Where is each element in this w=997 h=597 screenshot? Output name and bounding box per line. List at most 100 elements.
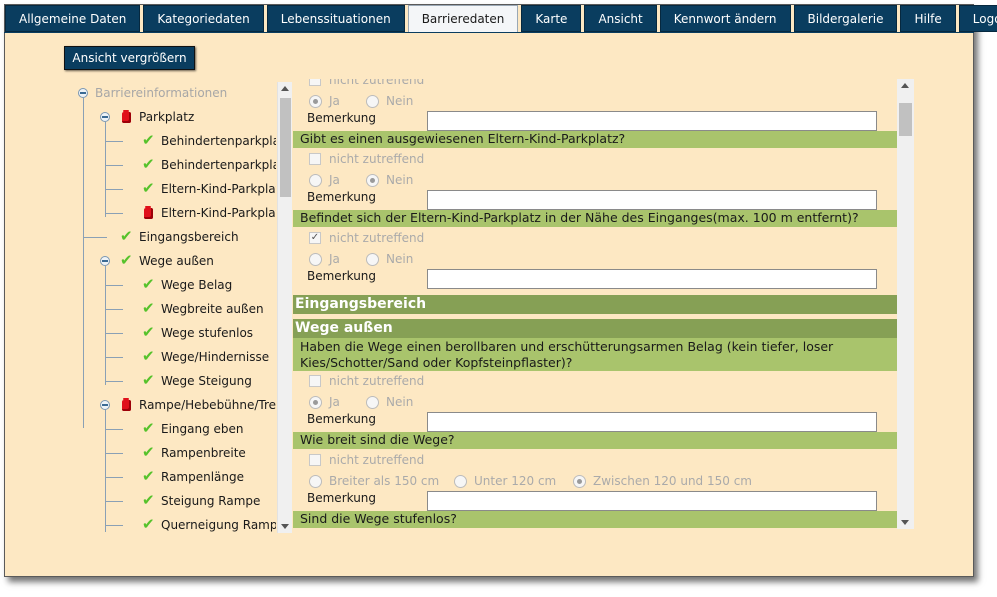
tree-connector: [105, 429, 123, 430]
scroll-up-arrow-icon[interactable]: [901, 83, 909, 88]
remark-input[interactable]: [427, 412, 877, 432]
collapse-icon[interactable]: [100, 256, 110, 266]
checkbox-label: nicht zutreffend: [329, 231, 425, 245]
tree-item-label: Wege außen: [139, 254, 214, 268]
tree-item-label: Rampenbreite: [161, 446, 246, 460]
tab-ansicht[interactable]: Ansicht: [584, 5, 657, 32]
yes-radio[interactable]: [309, 95, 322, 108]
width-radio[interactable]: [573, 475, 586, 488]
question-line: Kies/Schotter/Sand oder Kopfsteinpflaste…: [300, 355, 573, 370]
radio-label: Ja: [329, 173, 340, 187]
check-icon: ✔: [142, 419, 155, 437]
scroll-down-arrow-icon[interactable]: [901, 520, 909, 525]
tree-item-label: Eltern-Kind-Parkplatz/: [161, 206, 276, 220]
tree-item-label: Wegbreite außen: [161, 302, 264, 316]
remark-label: Bemerkung: [307, 412, 377, 426]
tree-connector: [105, 285, 123, 286]
check-icon: ✔: [142, 347, 155, 365]
tab-kategoriedaten[interactable]: Kategoriedaten: [143, 5, 264, 32]
tab-bar: Allgemeine Daten Kategoriedaten Lebenssi…: [5, 5, 997, 33]
tree-connector: [105, 501, 123, 502]
check-icon: ✔: [142, 371, 155, 389]
tree-item-label: Wege/Hindernisse: [161, 350, 270, 364]
remark-row: Bemerkung: [293, 267, 897, 289]
radio-label: Nein: [386, 173, 414, 187]
not-applicable-checkbox[interactable]: ✓: [309, 232, 321, 244]
tree-connector: [105, 266, 106, 385]
not-applicable-checkbox[interactable]: [309, 454, 321, 466]
tree-item-label: Behindertenparkplatz/: [161, 158, 276, 172]
check-icon: ✔: [142, 323, 155, 341]
no-radio[interactable]: [366, 95, 379, 108]
remark-input[interactable]: [427, 190, 877, 210]
tree-item-label: Behindertenparkplatz: [161, 134, 276, 148]
width-radio[interactable]: [454, 475, 467, 488]
tree-item-label: Wege Belag: [161, 278, 233, 292]
checkbox-label: nicht zutreffend: [329, 374, 425, 388]
remark-input[interactable]: [427, 269, 877, 289]
not-applicable-checkbox[interactable]: [309, 79, 321, 86]
remark-label: Bemerkung: [307, 491, 377, 505]
incomplete-status-icon: [144, 206, 153, 219]
check-icon: ✔: [120, 251, 133, 269]
collapse-icon[interactable]: [100, 400, 110, 410]
tree-connector: [105, 213, 123, 214]
collapse-icon[interactable]: [78, 88, 88, 98]
barrier-form: nicht zutreffend Ja Nein Bemerkung Gibt …: [293, 79, 897, 529]
yes-no-row: Ja Nein: [293, 393, 897, 411]
tree-connector: [105, 477, 123, 478]
radio-label: Ja: [329, 395, 340, 409]
remark-input[interactable]: [427, 491, 877, 511]
not-applicable-row: nicht zutreffend: [293, 150, 897, 168]
no-radio[interactable]: [366, 396, 379, 409]
scroll-thumb[interactable]: [899, 103, 912, 136]
scroll-down-arrow-icon[interactable]: [281, 524, 289, 529]
tab-allgemeine-daten[interactable]: Allgemeine Daten: [5, 5, 141, 32]
remark-row: Bemerkung: [293, 188, 897, 210]
tab-bildergalerie[interactable]: Bildergalerie: [793, 5, 898, 32]
not-applicable-row: nicht zutreffend: [293, 451, 897, 469]
yes-radio[interactable]: [309, 174, 322, 187]
check-icon: ✔: [120, 227, 133, 245]
width-radio[interactable]: [309, 475, 322, 488]
checkbox-label: nicht zutreffend: [329, 453, 425, 467]
collapse-icon[interactable]: [100, 112, 110, 122]
question-header: Sind die Wege stufenlos?: [293, 511, 897, 528]
form-scrollbar[interactable]: [897, 79, 914, 529]
remark-label: Bemerkung: [307, 269, 377, 283]
not-applicable-checkbox[interactable]: [309, 153, 321, 165]
tree-item-label: Rampe/Hebebühne/Trepp: [139, 398, 276, 412]
tab-lebenssituationen[interactable]: Lebenssituationen: [266, 5, 405, 32]
remark-input[interactable]: [427, 111, 877, 131]
tab-karte[interactable]: Karte: [521, 5, 582, 32]
incomplete-status-icon: [122, 110, 131, 123]
tree-connector: [105, 141, 123, 142]
question-header: Haben die Wege einen berollbaren und ers…: [293, 338, 897, 371]
tree-connector: [105, 357, 123, 358]
check-icon: ✔: [142, 443, 155, 461]
yes-no-row: Ja Nein: [293, 92, 897, 110]
tree-item-label: Wege Steigung: [161, 374, 252, 388]
tree-scrollbar[interactable]: [277, 82, 292, 533]
yes-radio[interactable]: [309, 396, 322, 409]
tree-item-label: Eingangsbereich: [139, 230, 239, 244]
enlarge-view-button[interactable]: Ansicht vergrößern: [64, 46, 195, 70]
tree-connector: [105, 525, 123, 526]
tree-item-label: Eingang eben: [161, 422, 244, 436]
tab-kennwort-aendern[interactable]: Kennwort ändern: [659, 5, 791, 32]
tree-connector: [105, 333, 123, 334]
tab-barrieredaten[interactable]: Barrieredaten: [407, 5, 519, 33]
tree-item-label: Querneigung Rampe: [161, 518, 276, 532]
no-radio[interactable]: [366, 253, 379, 266]
scroll-thumb[interactable]: [280, 98, 291, 197]
check-icon: ✔: [142, 491, 155, 509]
remark-label: Bemerkung: [307, 111, 377, 125]
scroll-up-arrow-icon[interactable]: [281, 86, 289, 91]
check-icon: ✔: [142, 515, 155, 532]
not-applicable-checkbox[interactable]: [309, 375, 321, 387]
tree-connector: [83, 237, 107, 238]
yes-radio[interactable]: [309, 253, 322, 266]
no-radio[interactable]: [366, 174, 379, 187]
tab-logout[interactable]: Logout: [958, 5, 997, 32]
tab-hilfe[interactable]: Hilfe: [900, 5, 956, 32]
